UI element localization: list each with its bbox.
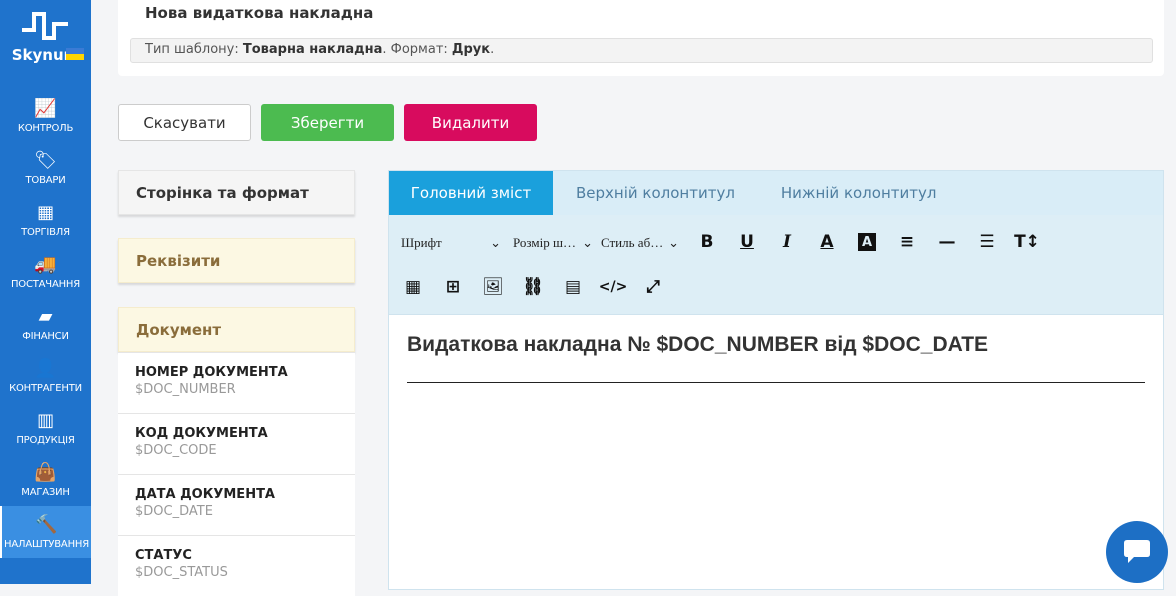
sidebar-item-label: ПРОДУКЦІЯ: [16, 434, 75, 446]
editor-tabs: Головний зміст Верхній колонтитул Нижній…: [389, 171, 1163, 215]
sidebar-item[interactable]: ▥ ПРОДУКЦІЯ: [0, 402, 91, 454]
sidebar-item[interactable]: ▦ ТОРГІВЛЯ: [0, 194, 91, 246]
highlight-color-icon[interactable]: A: [858, 233, 876, 251]
sidebar-item[interactable]: 🏷 ТОВАРИ: [0, 142, 91, 194]
code-icon[interactable]: </>: [599, 275, 628, 299]
line-height-icon[interactable]: T↕: [1014, 230, 1040, 254]
chart-growth-icon: 📈: [34, 98, 57, 119]
font-select-value: Шрифт: [401, 235, 442, 250]
type-label: Тип шаблону:: [145, 42, 243, 57]
italic-icon[interactable]: I: [775, 230, 799, 254]
requisites-header[interactable]: Реквізити: [118, 238, 355, 283]
chevron-down-icon: ⌄: [582, 235, 593, 250]
sidebar-item-label: ТОВАРИ: [25, 174, 66, 186]
chevron-down-icon: ⌄: [490, 235, 501, 250]
sidebar-item[interactable]: 👤 КОНТРАГЕНТИ: [0, 350, 91, 402]
header-card: Нова видаткова накладна Тип шаблону: Тов…: [118, 0, 1164, 76]
field-variable: $DOC_DATE: [135, 504, 213, 519]
shop-bag-icon: 👜: [34, 462, 57, 483]
document-heading: Видаткова накладна № $DOC_NUMBER від $DO…: [407, 333, 989, 356]
ukraine-flag-icon: [66, 48, 84, 60]
document-field-item[interactable]: ДАТА ДОКУМЕНТА $DOC_DATE: [118, 474, 355, 535]
logo[interactable]: Skynum: [0, 10, 91, 64]
align-left-icon[interactable]: ≡: [895, 230, 919, 254]
underline-icon[interactable]: U: [735, 230, 759, 254]
bold-icon[interactable]: B: [695, 230, 719, 254]
document-field-item[interactable]: НОМЕР ДОКУМЕНТА $DOC_NUMBER: [118, 352, 355, 413]
sidebar-item-label: НАЛАШТУВАННЯ: [4, 538, 89, 550]
field-name: ДАТА ДОКУМЕНТА: [135, 487, 275, 502]
sidebar-item-label: КОНТРАГЕНТИ: [9, 382, 82, 394]
font-select[interactable]: Шрифт ⌄: [401, 235, 501, 251]
field-name: КОД ДОКУМЕНТА: [135, 426, 268, 441]
settings-hammer-icon: 🔨: [35, 514, 58, 535]
field-variable: $DOC_CODE: [135, 443, 217, 458]
chat-icon: [1124, 540, 1150, 563]
requisites-panel[interactable]: Реквізити: [118, 238, 355, 283]
fullscreen-icon[interactable]: ⤢: [641, 275, 665, 299]
sidebar-item-label: ФІНАНСИ: [22, 330, 69, 342]
truck-icon: 🚚: [34, 254, 57, 275]
editor-content[interactable]: Видаткова накладна № $DOC_NUMBER від $DO…: [389, 315, 1163, 401]
field-variable: $DOC_STATUS: [135, 565, 228, 580]
page-format-panel[interactable]: Сторінка та формат: [118, 170, 355, 215]
unlink-icon[interactable]: ⛓: [521, 275, 545, 299]
divider: [407, 382, 1145, 383]
wallet-icon: ▰: [38, 306, 53, 327]
font-size-select[interactable]: Розмір ш… ⌄: [513, 235, 593, 251]
template-editor: Головний зміст Верхній колонтитул Нижній…: [388, 170, 1164, 590]
field-variable: $DOC_NUMBER: [135, 382, 236, 397]
cash-register-icon: ▦: [37, 202, 54, 223]
person-icon: 👤: [34, 358, 57, 379]
format-label: . Формат:: [382, 42, 452, 57]
sidebar-item[interactable]: ▰ ФІНАНСИ: [0, 298, 91, 350]
cancel-button[interactable]: Скасувати: [118, 104, 251, 141]
sidebar-item[interactable]: 🚚 ПОСТАЧАННЯ: [0, 246, 91, 298]
sidebar-item-label: КОНТРОЛЬ: [17, 122, 74, 134]
tab-main-content[interactable]: Головний зміст: [389, 171, 553, 215]
block-style-value: Стиль аб…: [601, 235, 664, 250]
sidebar: Skynum 📈 КОНТРОЛЬ 🏷 ТОВАРИ ▦ ТОРГІВЛЯ 🚚 ПОСТАЧА…: [0, 0, 91, 584]
document-field-item[interactable]: СТАТУС $DOC_STATUS: [118, 535, 355, 596]
block-style-select[interactable]: Стиль аб… ⌄: [601, 235, 679, 251]
document-field-item[interactable]: КОД ДОКУМЕНТА $DOC_CODE: [118, 413, 355, 474]
table-icon[interactable]: ⊞: [441, 275, 465, 299]
editor-toolbar: Шрифт ⌄ Розмір ш… ⌄ Стиль аб… ⌄ B U I A A ≡…: [389, 215, 1163, 315]
field-name: СТАТУС: [135, 548, 192, 563]
template-info: Тип шаблону: Товарна накладна. Формат: Д…: [130, 38, 1153, 63]
sidebar-item[interactable]: 🔨 НАЛАШТУВАННЯ: [0, 506, 91, 558]
tab-header[interactable]: Верхній колонтитул: [553, 171, 758, 215]
delete-button[interactable]: Видалити: [404, 104, 537, 141]
numbered-list-icon[interactable]: ☰: [975, 230, 999, 254]
format-value: Друк: [451, 42, 491, 57]
template-block-icon[interactable]: ▤: [561, 275, 585, 299]
sidebar-item-label: МАГАЗИН: [21, 486, 70, 498]
factory-icon: ▥: [37, 410, 54, 431]
logo-icon: [21, 12, 68, 40]
document-header[interactable]: Документ: [118, 307, 355, 352]
field-name: НОМЕР ДОКУМЕНТА: [135, 365, 288, 380]
image-icon[interactable]: 🖼: [481, 275, 505, 299]
page-title: Нова видаткова накладна: [145, 4, 374, 22]
font-size-value: Розмір ш…: [513, 235, 576, 250]
horizontal-line-icon[interactable]: —: [935, 230, 959, 254]
period: .: [490, 42, 495, 57]
tab-footer[interactable]: Нижній колонтитул: [758, 171, 960, 215]
tag-icon: 🏷: [34, 150, 57, 171]
sidebar-item[interactable]: 📈 КОНТРОЛЬ: [0, 90, 91, 142]
type-value: Товарна накладна: [242, 42, 383, 57]
sidebar-item[interactable]: 👜 МАГАЗИН: [0, 454, 91, 506]
save-button[interactable]: Зберегти: [261, 104, 394, 141]
sidebar-item-label: ТОРГІВЛЯ: [21, 226, 70, 238]
chevron-down-icon: ⌄: [668, 235, 679, 250]
grid-icon[interactable]: ▦: [401, 275, 425, 299]
sidebar-item-label: ПОСТАЧАННЯ: [10, 278, 80, 290]
chat-button[interactable]: [1106, 521, 1168, 583]
document-panel: Документ НОМЕР ДОКУМЕНТА $DOC_NUMBER КОД Д…: [118, 307, 355, 596]
page-format-header[interactable]: Сторінка та формат: [118, 170, 355, 215]
text-color-icon[interactable]: A: [815, 230, 839, 254]
